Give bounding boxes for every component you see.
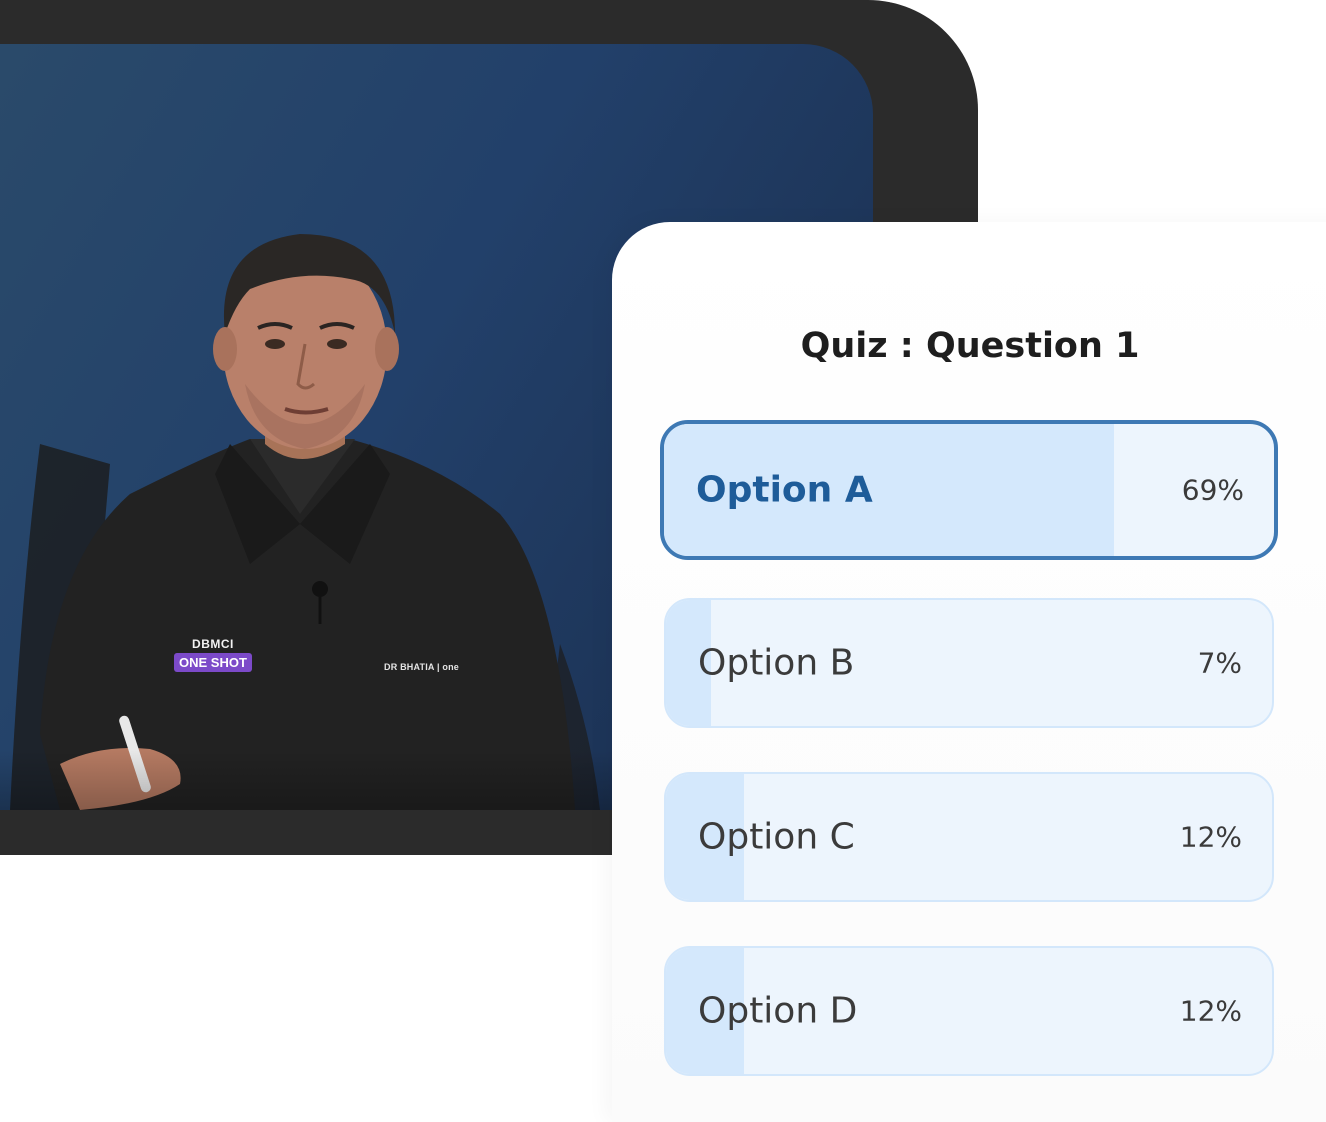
option-d-percent: 12% <box>1179 994 1242 1028</box>
option-c-label: Option C <box>698 816 855 858</box>
option-c-percent: 12% <box>1179 820 1242 854</box>
option-b-label: Option B <box>698 642 855 684</box>
quiz-option-b[interactable]: Option B 7% <box>664 598 1274 728</box>
presenter-video-frame <box>10 234 600 810</box>
shirt-logo: DR BHATIA | one <box>384 662 460 672</box>
badge-one-shot-text: ONE SHOT <box>174 653 252 672</box>
quiz-option-a[interactable]: Option A 69% <box>660 420 1278 560</box>
quiz-option-c[interactable]: Option C 12% <box>664 772 1274 902</box>
option-b-percent: 7% <box>1197 646 1242 680</box>
quiz-card: Quiz : Question 1 Option A 69% Option B … <box>612 222 1326 1122</box>
option-d-label: Option D <box>698 990 858 1032</box>
option-a-percent: 69% <box>1181 473 1244 507</box>
quiz-title: Quiz : Question 1 <box>800 326 1140 366</box>
shirt-badge: DBMCI ONE SHOT <box>174 637 252 672</box>
quiz-option-d[interactable]: Option D 12% <box>664 946 1274 1076</box>
option-a-label: Option A <box>696 469 873 511</box>
badge-brand-text: DBMCI <box>192 637 234 651</box>
